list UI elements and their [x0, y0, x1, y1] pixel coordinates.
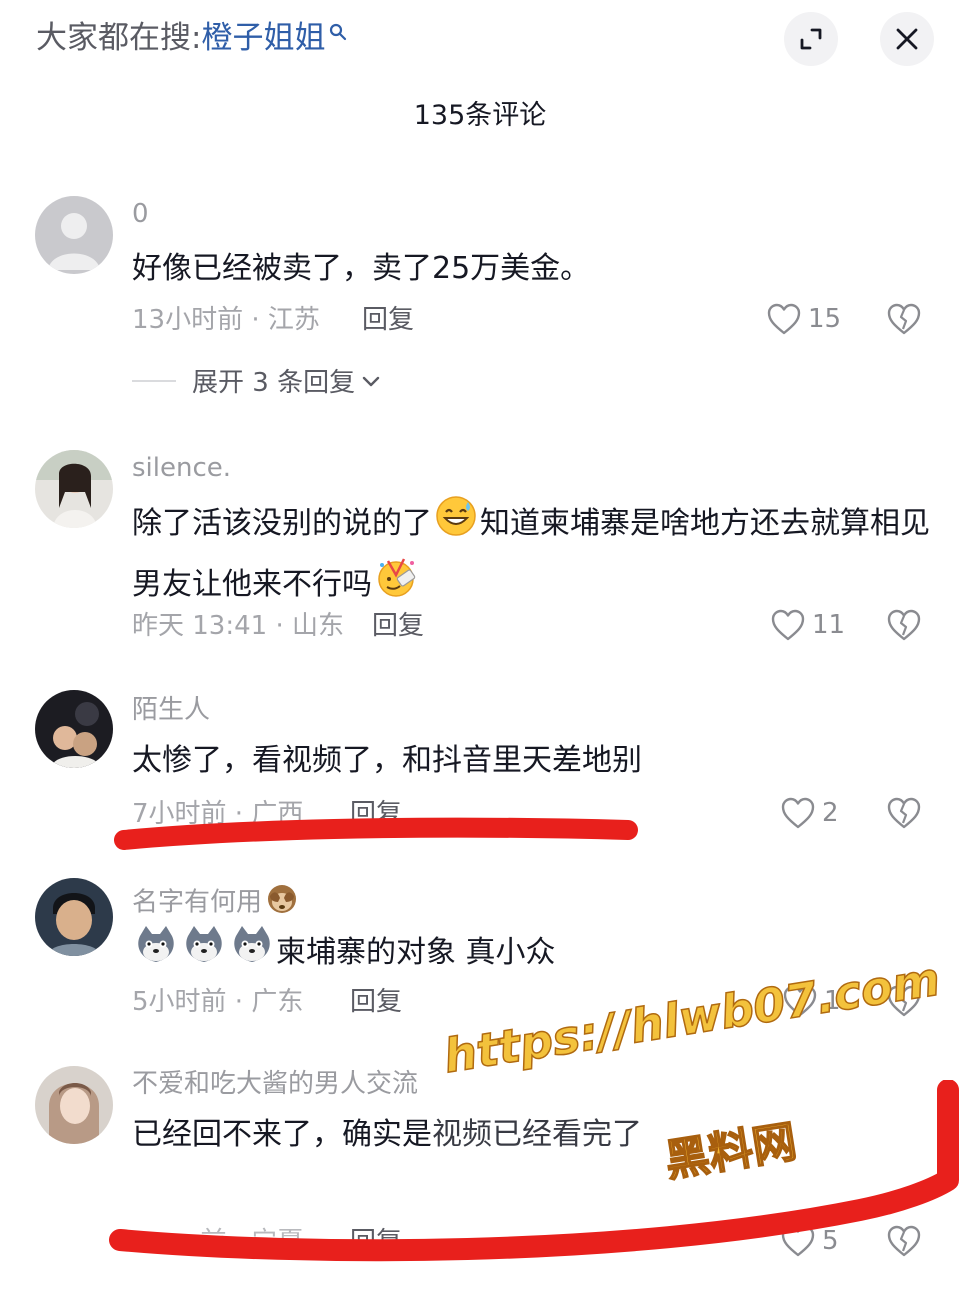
comment-text-part: 已经回不来了，确实是	[132, 1117, 432, 1152]
comment-username[interactable]: 0	[132, 196, 149, 232]
comment-username-text: 名字有何用	[132, 887, 263, 918]
like-count: 11	[812, 610, 846, 640]
broken-heart-icon	[887, 609, 921, 641]
comment-meta: 7小时前 · 宁夏	[132, 1224, 304, 1260]
comment-username[interactable]: 名字有何用	[132, 880, 302, 926]
broken-heart-icon	[887, 303, 921, 335]
comment-meta-text: 前 · 宁夏	[200, 1227, 304, 1257]
broken-heart-icon	[887, 985, 921, 1017]
search-suggestion-term[interactable]: 橙子姐姐	[201, 16, 325, 60]
fullscreen-button[interactable]	[784, 12, 838, 66]
broken-heart-icon	[887, 1225, 921, 1257]
doge-emoji-icon	[230, 922, 274, 983]
doge-emoji-icon	[182, 922, 226, 983]
comment-username[interactable]: silence.	[132, 450, 231, 486]
comment-text: 好像已经被卖了，卖了25万美金。	[132, 251, 591, 286]
comment-text-obscured: 视频已经看完了	[432, 1117, 642, 1152]
like-count: 2	[822, 798, 839, 828]
avatar[interactable]	[35, 690, 113, 768]
heart-icon	[781, 1225, 815, 1257]
reply-button[interactable]: 回复	[372, 608, 424, 644]
doge-emoji-icon	[134, 922, 178, 983]
chevron-down-icon	[362, 376, 380, 386]
comment-username[interactable]: 不爱和吃大酱的男人交流	[132, 1066, 418, 1102]
comment-text: 太惨了，看视频了，和抖音里天差地别	[132, 743, 642, 778]
expand-replies-label: 展开 3 条回复	[192, 368, 356, 398]
dislike-button[interactable]	[886, 302, 922, 340]
search-icon	[329, 9, 347, 53]
comment-text: 已经回不来了，确实是视频已经看完了	[132, 1108, 932, 1161]
reply-button[interactable]: 回复	[350, 984, 402, 1020]
dislike-button[interactable]	[886, 984, 922, 1022]
heart-icon	[781, 797, 815, 829]
like-button[interactable]: 5	[780, 1224, 839, 1258]
avatar[interactable]	[35, 878, 113, 956]
search-suggestion[interactable]: 大家都在搜: 橙子姐姐	[36, 16, 347, 60]
heart-icon	[783, 985, 817, 1017]
reply-button[interactable]: 回复	[350, 796, 402, 832]
reply-button[interactable]: 回复	[350, 1224, 402, 1260]
dislike-button[interactable]	[886, 1224, 922, 1262]
like-count: 15	[808, 304, 842, 334]
grin-sweat-emoji-icon	[434, 494, 478, 555]
avatar[interactable]	[35, 196, 113, 274]
avatar[interactable]	[35, 450, 113, 528]
top-bar: 大家都在搜: 橙子姐姐	[0, 0, 960, 80]
comment-text-part: 柬埔寨的对象 真小众	[276, 935, 556, 970]
like-button[interactable]: 2	[780, 796, 839, 830]
close-button[interactable]	[880, 12, 934, 66]
party-emoji-icon	[374, 555, 418, 616]
comment-text: 除了活该没别的说的了 知道柬埔寨是啥地方还去就算相见男友让他来不行吗	[132, 494, 932, 616]
comment-meta: 昨天 13:41 · 山东	[132, 611, 344, 641]
divider	[132, 379, 176, 382]
comment-username[interactable]: 陌生人	[132, 692, 210, 728]
heart-icon	[767, 303, 801, 335]
comment-text-part: 除了活该没别的说的了	[132, 506, 432, 541]
search-suggestion-prefix: 大家都在搜:	[36, 20, 202, 56]
heart-icon	[771, 609, 805, 641]
like-button[interactable]: 15	[766, 302, 841, 336]
see-no-evil-monkey-icon	[264, 880, 300, 926]
comment-count-title: 135条评论	[413, 100, 547, 131]
dislike-button[interactable]	[886, 608, 922, 646]
comment-meta: 13小时前 · 江苏	[132, 305, 320, 335]
like-button[interactable]: 11	[770, 608, 845, 642]
close-icon	[896, 28, 918, 50]
avatar[interactable]	[35, 1066, 113, 1144]
like-button[interactable]: 1	[782, 984, 841, 1018]
dislike-button[interactable]	[886, 796, 922, 834]
expand-icon	[800, 28, 822, 50]
expand-replies[interactable]: 展开 3 条回复	[132, 362, 381, 399]
broken-heart-icon	[887, 797, 921, 829]
comment-text: 柬埔寨的对象 真小众	[132, 922, 932, 983]
reply-button[interactable]: 回复	[362, 302, 414, 338]
like-count: 1	[824, 986, 841, 1016]
like-count: 5	[822, 1226, 839, 1256]
comment-meta: 7小时前 · 广西	[132, 799, 304, 829]
comment-meta: 5小时前 · 广东	[132, 987, 304, 1017]
